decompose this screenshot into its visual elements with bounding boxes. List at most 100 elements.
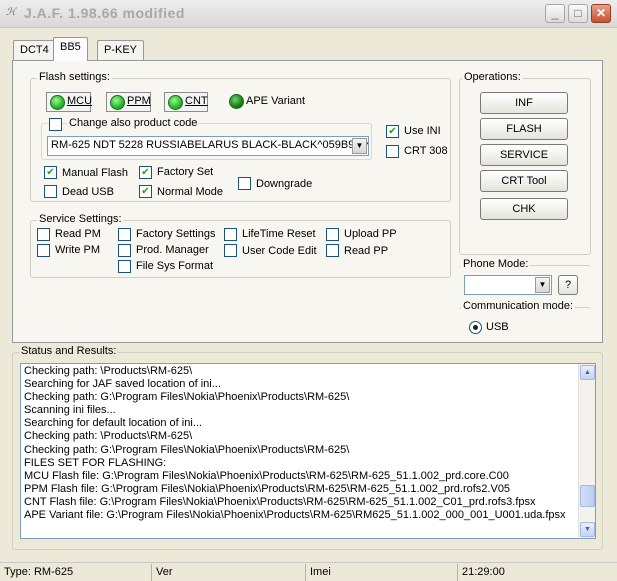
user-code-edit-label: User Code Edit	[242, 245, 317, 257]
flash-settings-label: Flash settings:	[37, 71, 112, 83]
title-bar[interactable]: ℋ J.A.F. 1.98.66 modified _ □ ✕	[0, 0, 617, 28]
log-line: MCU Flash file: G:\Program Files\Nokia\P…	[24, 469, 509, 482]
tab-p-key[interactable]: P-KEY	[97, 40, 145, 60]
log-line: Searching for default location of ini...	[24, 417, 202, 430]
factory-set-checkbox[interactable]	[139, 166, 152, 179]
use-ini-checkbox[interactable]	[386, 125, 399, 138]
tab-dct4[interactable]: DCT4	[13, 40, 56, 60]
dead-usb-label: Dead USB	[62, 186, 114, 198]
maximize-icon[interactable]: □	[568, 4, 588, 23]
write-pm-checkbox[interactable]	[37, 244, 50, 257]
bb5-panel: Flash settings: MCU PPM CNT APE Variant …	[12, 60, 603, 343]
crt-tool-button[interactable]: CRT Tool	[480, 170, 568, 192]
flash-button[interactable]: FLASH	[480, 118, 568, 140]
communication-mode-group: Communication mode: USB	[459, 300, 591, 339]
phone-mode-dropdown-arrow-icon[interactable]: ▼	[535, 277, 550, 293]
ppm-led-icon	[110, 95, 125, 110]
scroll-up-icon[interactable]: ▲	[580, 365, 595, 380]
file-sys-format-label: File Sys Format	[136, 260, 214, 272]
dead-usb-checkbox[interactable]	[44, 185, 57, 198]
mcu-led-icon	[50, 95, 65, 110]
service-settings-group: Service Settings: Read PM Write PM Facto…	[30, 213, 451, 278]
normal-mode-label: Normal Mode	[157, 186, 224, 198]
scroll-thumb[interactable]	[580, 485, 595, 507]
close-icon[interactable]: ✕	[591, 4, 611, 23]
service-settings-label: Service Settings:	[37, 213, 124, 225]
lifetime-reset-checkbox[interactable]	[224, 228, 237, 241]
scroll-down-icon[interactable]: ▼	[580, 522, 595, 537]
operations-group: Operations: INF FLASH SERVICE CRT Tool C…	[459, 71, 591, 255]
ape-led-icon	[229, 94, 244, 109]
log-line: Checking path: G:\Program Files\Nokia\Ph…	[24, 391, 350, 404]
file-sys-format-checkbox[interactable]	[118, 260, 131, 273]
use-ini-label: Use INI	[404, 125, 441, 137]
ape-variant-indicator: APE Variant	[228, 92, 308, 112]
prod-manager-checkbox[interactable]	[118, 244, 131, 257]
status-results-group: Status and Results: Checking path: \Prod…	[12, 345, 603, 550]
write-pm-label: Write PM	[55, 244, 101, 256]
product-code-value: RM-625 NDT 5228 RUSSIABELARUS BLACK-BLAC…	[51, 139, 369, 151]
jaf-window: ℋ J.A.F. 1.98.66 modified _ □ ✕ DCT4 BB5…	[0, 0, 617, 581]
read-pp-checkbox[interactable]	[326, 244, 339, 257]
user-code-edit-checkbox[interactable]	[224, 244, 237, 257]
log-line: CNT Flash file: G:\Program Files\Nokia\P…	[24, 495, 536, 508]
normal-mode-checkbox[interactable]	[139, 185, 152, 198]
inf-button[interactable]: INF	[480, 92, 568, 114]
manual-flash-label: Manual Flash	[62, 167, 129, 179]
usb-radio[interactable]	[469, 321, 482, 334]
phone-mode-select[interactable]: ▼	[464, 275, 552, 295]
communication-mode-label: Communication mode:	[461, 300, 576, 312]
status-ver: Ver	[152, 564, 306, 581]
log-lines: Checking path: \Products\RM-625\ Searchin…	[24, 365, 579, 522]
cnt-label: CNT	[185, 95, 208, 107]
lifetime-reset-label: LifeTime Reset	[242, 228, 316, 240]
dropdown-arrow-icon[interactable]: ▼	[352, 138, 367, 154]
log-line: Checking path: \Products\RM-625\	[24, 430, 193, 443]
change-product-code-label: Change also product code	[67, 117, 200, 129]
change-product-code-checkbox[interactable]	[49, 118, 62, 131]
status-type: Type: RM-625	[0, 564, 152, 581]
ape-variant-label: APE Variant	[246, 95, 306, 107]
read-pp-label: Read PP	[344, 245, 389, 257]
phone-mode-group: Phone Mode: ▼ ?	[459, 258, 591, 299]
log-line: Searching for JAF saved location of ini.…	[24, 378, 221, 391]
read-pm-label: Read PM	[55, 228, 101, 240]
manual-flash-checkbox[interactable]	[44, 166, 57, 179]
upload-pp-label: Upload PP	[344, 228, 397, 240]
factory-settings-label: Factory Settings	[136, 228, 216, 240]
prod-manager-label: Prod. Manager	[136, 244, 209, 256]
log-line: Scanning ini files...	[24, 404, 116, 417]
help-button[interactable]: ?	[558, 275, 578, 295]
phone-mode-label: Phone Mode:	[461, 258, 531, 270]
log-line: FILES SET FOR FLASHING:	[24, 456, 167, 469]
status-time: 21:29:00	[462, 566, 505, 578]
crt308-checkbox[interactable]	[386, 145, 399, 158]
ppm-label: PPM	[127, 95, 151, 107]
read-pm-checkbox[interactable]	[37, 228, 50, 241]
cnt-indicator: CNT	[164, 92, 208, 112]
mcu-indicator: MCU	[46, 92, 92, 112]
app-icon: ℋ	[6, 7, 16, 18]
flash-settings-group: Flash settings: MCU PPM CNT APE Variant …	[30, 71, 451, 202]
product-code-select[interactable]: RM-625 NDT 5228 RUSSIABELARUS BLACK-BLAC…	[47, 136, 369, 156]
operations-label: Operations:	[462, 71, 523, 83]
log-line: Checking path: G:\Program Files\Nokia\Ph…	[24, 443, 350, 456]
tab-bb5[interactable]: BB5	[53, 37, 88, 61]
downgrade-label: Downgrade	[256, 178, 313, 190]
chk-button[interactable]: CHK	[480, 198, 568, 220]
status-results-label: Status and Results:	[19, 345, 119, 357]
log-line: PPM Flash file: G:\Program Files\Nokia\P…	[24, 482, 511, 495]
cnt-led-icon	[168, 95, 183, 110]
status-imei: Imei	[306, 564, 458, 581]
crt308-label: CRT 308	[404, 145, 448, 157]
product-code-group: Change also product code RM-625 NDT 5228…	[41, 117, 372, 160]
minimize-icon[interactable]: _	[545, 4, 565, 23]
usb-label: USB	[486, 321, 509, 333]
status-bar: Type: RM-625 Ver Imei 21:29:00	[0, 562, 617, 581]
status-log[interactable]: Checking path: \Products\RM-625\ Searchin…	[20, 363, 596, 539]
service-button[interactable]: SERVICE	[480, 144, 568, 166]
factory-settings-checkbox[interactable]	[118, 228, 131, 241]
upload-pp-checkbox[interactable]	[326, 228, 339, 241]
downgrade-checkbox[interactable]	[238, 177, 251, 190]
log-scrollbar[interactable]: ▲ ▼	[578, 364, 595, 538]
